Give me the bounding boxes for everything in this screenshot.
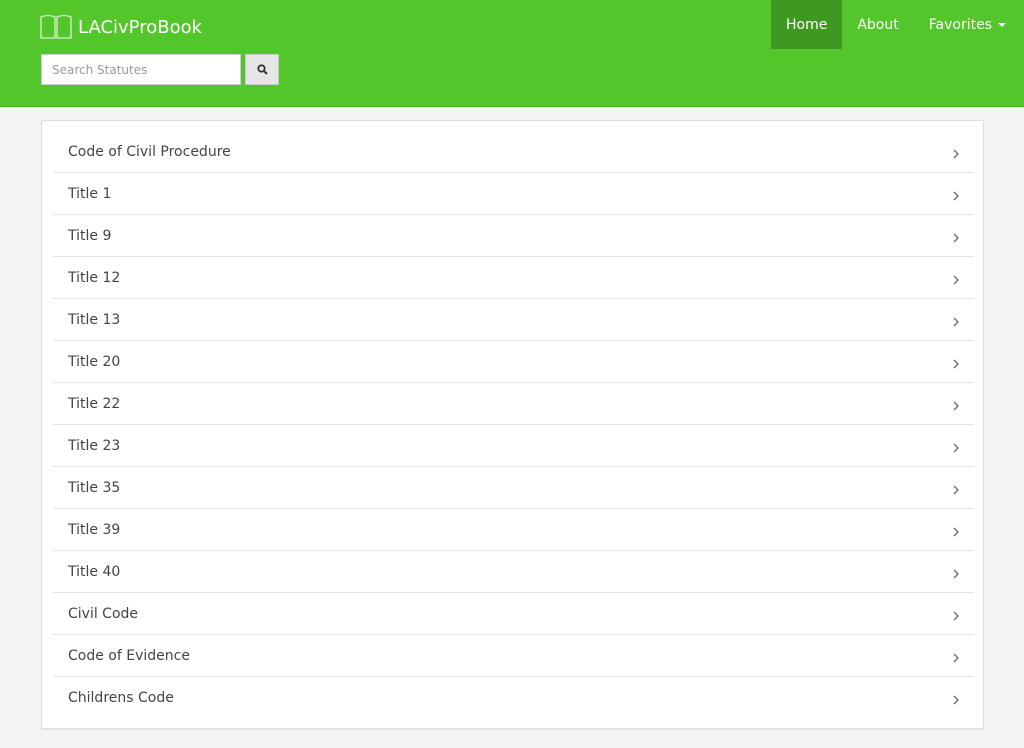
- statute-list: Code of Civil Procedure Title 1 Title 9 …: [53, 131, 974, 719]
- list-item[interactable]: Title 12: [53, 257, 974, 299]
- nav-about-link[interactable]: About: [842, 0, 913, 49]
- chevron-right-icon: [952, 648, 960, 662]
- book-open-icon: [40, 14, 72, 40]
- chevron-right-icon: [952, 396, 960, 410]
- list-item-label: Childrens Code: [68, 690, 174, 706]
- list-item[interactable]: Title 35: [53, 467, 974, 509]
- list-item-label: Title 40: [68, 563, 121, 580]
- list-item[interactable]: Title 13: [53, 299, 974, 341]
- list-item-label: Title 20: [68, 353, 121, 370]
- list-item-label: Title 9: [68, 227, 112, 244]
- list-item[interactable]: Code of Evidence: [53, 635, 974, 677]
- search-icon: [256, 60, 268, 79]
- chevron-right-icon: [952, 606, 960, 620]
- list-item[interactable]: Title 20: [53, 341, 974, 383]
- chevron-right-icon: [952, 270, 960, 284]
- list-item[interactable]: Title 40: [53, 551, 974, 593]
- search-input[interactable]: [41, 54, 241, 85]
- list-item[interactable]: Title 39: [53, 509, 974, 551]
- nav-home-label: Home: [786, 16, 828, 33]
- chevron-right-icon: [952, 564, 960, 578]
- nav-favorites-label: Favorites: [928, 16, 992, 33]
- list-item-label: Title 39: [68, 521, 121, 538]
- search-form: [41, 54, 279, 85]
- chevron-right-icon: [952, 228, 960, 242]
- nav-home-link[interactable]: Home: [771, 0, 843, 49]
- list-item[interactable]: Title 23: [53, 425, 974, 467]
- list-item-label: Title 22: [68, 395, 121, 412]
- chevron-right-icon: [952, 480, 960, 494]
- list-item-label: Title 35: [68, 479, 121, 496]
- list-item-label: Code of Evidence: [68, 647, 190, 664]
- top-navbar: LACivProBook Home About Favorites: [0, 0, 1024, 107]
- list-item[interactable]: Title 22: [53, 383, 974, 425]
- chevron-right-icon: [952, 690, 960, 705]
- chevron-right-icon: [952, 354, 960, 368]
- chevron-right-icon: [952, 438, 960, 452]
- chevron-right-icon: [952, 144, 960, 158]
- list-item[interactable]: Title 9: [53, 215, 974, 257]
- caret-down-icon: [998, 22, 1006, 27]
- list-item-label: Title 1: [68, 185, 112, 202]
- chevron-right-icon: [952, 522, 960, 536]
- list-item[interactable]: Code of Civil Procedure: [53, 131, 974, 173]
- list-item-label: Title 13: [68, 311, 121, 328]
- list-item[interactable]: Childrens Code: [53, 677, 974, 719]
- list-item-label: Code of Civil Procedure: [68, 143, 231, 160]
- statute-list-panel: Code of Civil Procedure Title 1 Title 9 …: [41, 120, 984, 729]
- list-item-label: Title 23: [68, 437, 121, 454]
- list-item-label: Civil Code: [68, 605, 139, 622]
- nav-about-label: About: [857, 16, 899, 33]
- nav-menu: Home About Favorites: [771, 0, 1024, 49]
- list-item[interactable]: Title 1: [53, 173, 974, 215]
- brand-name: LACivProBook: [78, 16, 203, 38]
- chevron-right-icon: [952, 312, 960, 326]
- chevron-right-icon: [952, 186, 960, 200]
- brand-link[interactable]: LACivProBook: [40, 14, 202, 40]
- list-item[interactable]: Civil Code: [53, 593, 974, 635]
- list-item-label: Title 12: [68, 269, 121, 286]
- search-button[interactable]: [245, 54, 279, 85]
- nav-favorites-dropdown[interactable]: Favorites: [914, 0, 1024, 49]
